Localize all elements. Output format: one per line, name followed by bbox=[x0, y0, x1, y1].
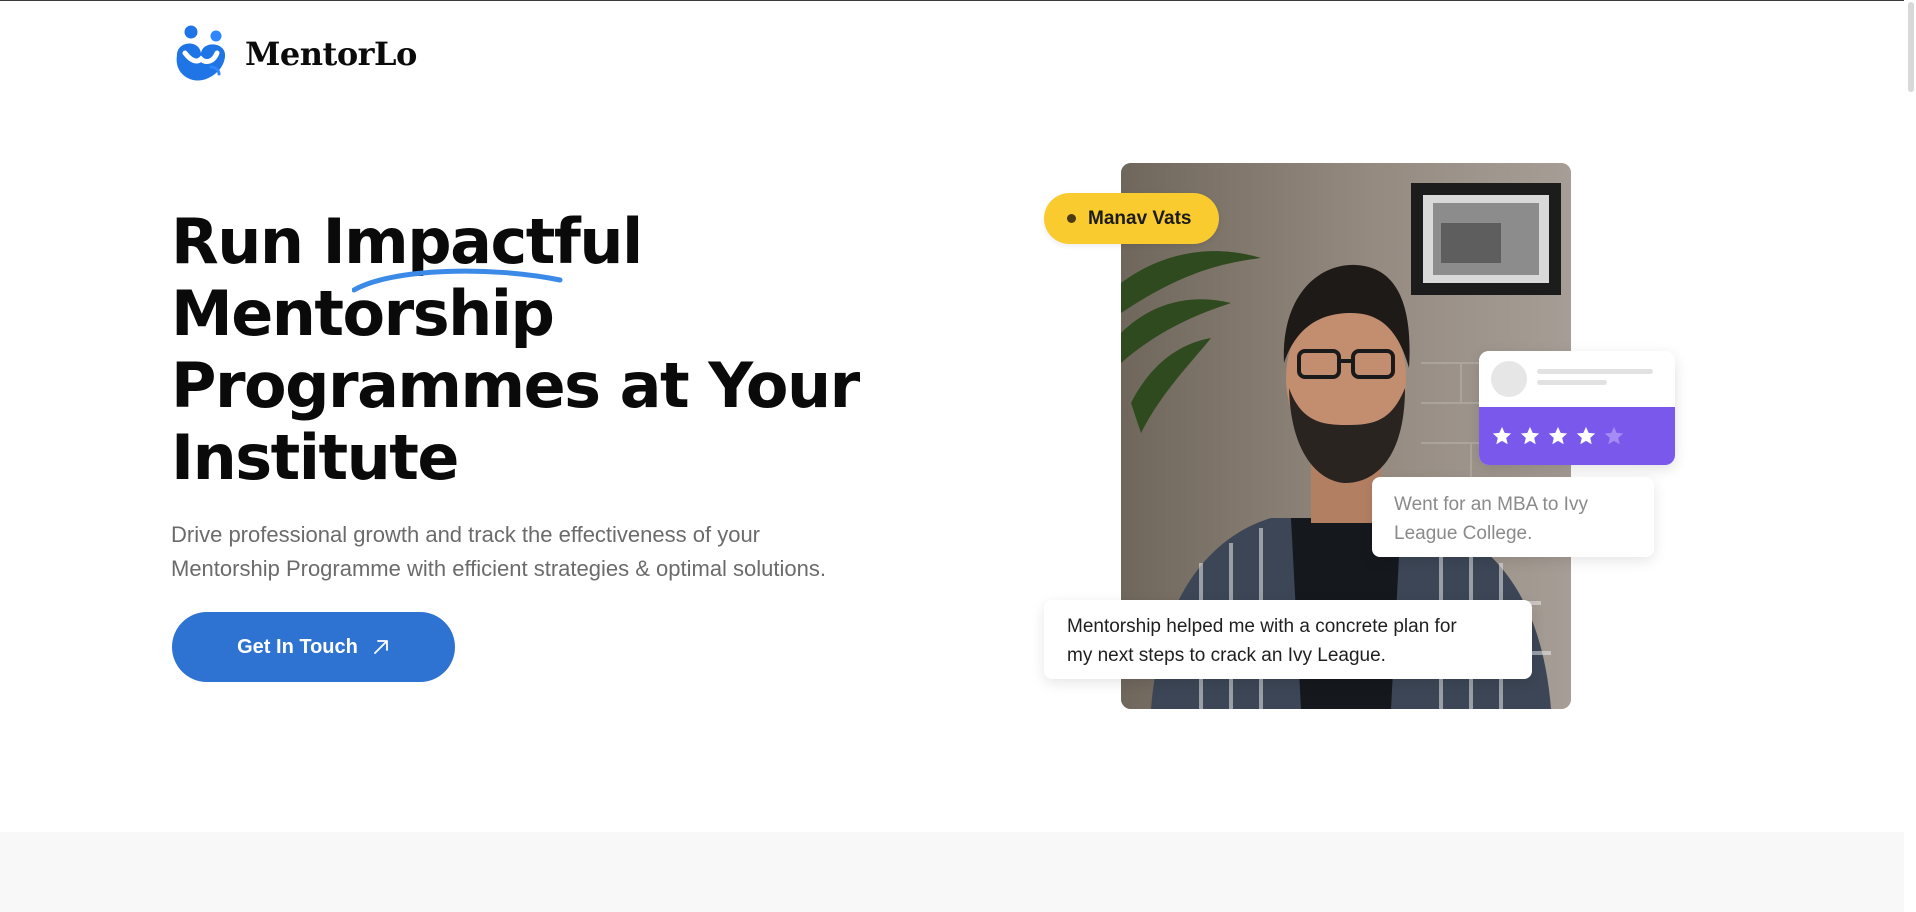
outcome-text-line-1: Went for an MBA to Ivy bbox=[1394, 494, 1588, 515]
star-rating bbox=[1479, 407, 1675, 465]
star-empty-icon bbox=[1604, 426, 1624, 445]
mentee-name: Manav Vats bbox=[1088, 207, 1192, 229]
rating-card bbox=[1479, 351, 1675, 465]
hero-subtitle: Drive professional growth and track the … bbox=[171, 518, 931, 586]
star-icon bbox=[1520, 426, 1540, 445]
mentee-name-badge: Manav Vats bbox=[1044, 193, 1219, 244]
arrow-up-right-icon bbox=[373, 640, 388, 654]
page-scrollbar[interactable] bbox=[1904, 0, 1916, 912]
hero-heading-line-4: Institute bbox=[171, 421, 459, 494]
outcome-text-line-2: League College. bbox=[1394, 523, 1533, 544]
star-icon bbox=[1576, 426, 1596, 445]
mentorlo-logo-icon bbox=[176, 25, 226, 81]
avatar-placeholder bbox=[1491, 361, 1527, 397]
brand-name: MentorLo bbox=[245, 35, 417, 73]
hero-subtitle-line-2: Mentorship Programme with efficient stra… bbox=[171, 556, 826, 581]
highlight-underline-swoosh bbox=[352, 268, 563, 293]
get-in-touch-button[interactable]: Get In Touch bbox=[172, 612, 455, 682]
hero-heading: Run Impactful Mentorship Programmes at Y… bbox=[171, 206, 931, 494]
status-dot-icon bbox=[1067, 214, 1076, 223]
next-section-background bbox=[0, 832, 1904, 912]
scrollbar-thumb[interactable] bbox=[1908, 2, 1914, 92]
text-placeholder-line bbox=[1537, 380, 1607, 385]
quote-text-line-1: Mentorship helped me with a concrete pla… bbox=[1067, 616, 1457, 637]
brand-logo-link[interactable]: MentorLo bbox=[171, 22, 417, 86]
star-icon bbox=[1492, 426, 1512, 445]
testimonial-quote-card: Mentorship helped me with a concrete pla… bbox=[1044, 600, 1532, 679]
star-icon bbox=[1548, 426, 1568, 445]
hero-subtitle-line-1: Drive professional growth and track the … bbox=[171, 522, 761, 547]
get-in-touch-label: Get In Touch bbox=[237, 635, 358, 658]
rating-card-header bbox=[1479, 351, 1675, 407]
quote-text-line-2: my next steps to crack an Ivy League. bbox=[1067, 645, 1386, 666]
hero-heading-line-3: Programmes at Your bbox=[171, 349, 860, 422]
text-placeholder-line bbox=[1537, 369, 1653, 374]
outcome-card: Went for an MBA to Ivy League College. bbox=[1372, 477, 1654, 557]
top-border bbox=[0, 0, 1916, 1]
